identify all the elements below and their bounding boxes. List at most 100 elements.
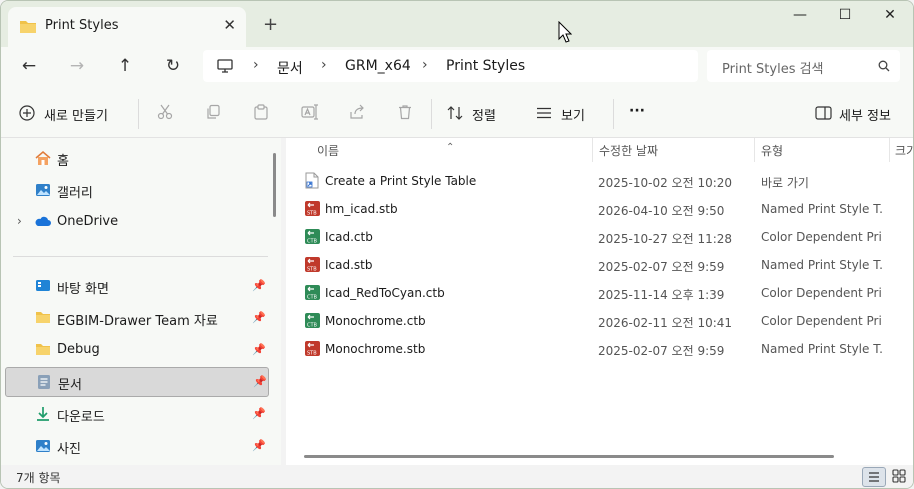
status-bar: 7개 항목 [1, 465, 913, 488]
file-row[interactable]: Create a Print Style Table 2025-10-02 오전… [286, 167, 913, 195]
sort-button[interactable]: 정렬 [472, 105, 496, 124]
back-button[interactable]: ← [17, 56, 41, 76]
sidebar-item-label: 바탕 화면 [57, 282, 109, 297]
pin-icon[interactable]: 📌 [252, 343, 266, 356]
svg-text:STB: STB [307, 211, 317, 217]
file-type: Named Print Style T... [761, 258, 883, 272]
pin-icon[interactable]: 📌 [252, 311, 266, 324]
copy-icon[interactable] [205, 104, 221, 123]
tab-close-icon[interactable]: ✕ [223, 16, 236, 34]
file-row[interactable]: CTB Icad.ctb 2025-10-27 오전 11:28 Color D… [286, 223, 913, 251]
sidebar-item-desktop[interactable]: 바탕 화면 📌 [5, 271, 267, 301]
mouse-cursor-icon [558, 20, 573, 46]
tab-print-styles[interactable]: Print Styles ✕ [8, 7, 246, 47]
sidebar-item-label: 홈 [57, 154, 69, 169]
command-bar: 새로 만들기 정렬 보기 ··· 세부 정보 [1, 89, 913, 138]
svg-text:CTB: CTB [307, 239, 318, 245]
file-date: 2025-10-02 오전 10:20 [598, 176, 733, 190]
pin-icon[interactable]: 📌 [253, 375, 267, 388]
file-row[interactable]: STB Monochrome.stb 2025-02-07 오전 9:59 Na… [286, 335, 913, 363]
sidebar-item-label: 다운로드 [57, 410, 105, 425]
address-box[interactable]: › 문서 › GRM_x64 › Print Styles [203, 50, 698, 82]
sidebar-item-home[interactable]: 홈 [5, 143, 267, 173]
breadcrumb-print-styles[interactable]: Print Styles [446, 58, 525, 74]
file-type: Color Dependent Pri... [761, 230, 883, 244]
sidebar-item-downloads[interactable]: 다운로드 📌 [5, 399, 267, 429]
sidebar-item-onedrive[interactable]: › OneDrive [5, 207, 267, 237]
sidebar-scrollbar[interactable] [273, 153, 276, 217]
delete-icon[interactable] [397, 104, 413, 123]
pin-icon[interactable]: 📌 [252, 439, 266, 452]
folder-icon [35, 342, 51, 358]
column-header-size[interactable]: 크기 [890, 138, 913, 162]
up-button[interactable]: ↑ [113, 56, 137, 76]
divider [613, 99, 614, 129]
pin-icon[interactable]: 📌 [252, 407, 266, 420]
close-window-button[interactable]: ✕ [867, 7, 913, 27]
chevron-right-icon[interactable]: › [17, 214, 22, 228]
file-name: hm_icad.stb [325, 202, 398, 216]
refresh-button[interactable]: ↻ [161, 56, 185, 76]
details-button[interactable]: 세부 정보 [839, 105, 891, 124]
pictures-icon [35, 438, 51, 454]
sidebar-item-debug[interactable]: Debug 📌 [5, 335, 267, 365]
new-button[interactable]: 새로 만들기 [44, 105, 108, 124]
chevron-right-icon: › [321, 57, 327, 73]
gallery-icon [35, 182, 51, 198]
file-name: Icad.ctb [325, 230, 373, 244]
paste-icon[interactable] [253, 104, 269, 123]
sidebar-divider [13, 256, 268, 257]
cut-icon[interactable] [157, 104, 173, 123]
column-header-name[interactable]: ⌃ 이름 [286, 138, 592, 162]
pin-icon[interactable]: 📌 [252, 279, 266, 292]
stb-file-icon: STB [305, 200, 320, 220]
minimize-button[interactable]: — [777, 7, 823, 27]
new-tab-button[interactable]: + [263, 14, 278, 35]
svg-text:CTB: CTB [307, 323, 318, 329]
sidebar-item-egbim-drawer[interactable]: EGBIM-Drawer Team 자료 📌 [5, 303, 267, 333]
view-button[interactable]: 보기 [561, 105, 585, 124]
sidebar-item-documents[interactable]: 문서 📌 [5, 367, 269, 397]
documents-icon [36, 374, 52, 390]
horizontal-scrollbar[interactable] [304, 455, 834, 458]
view-lines-icon [536, 107, 552, 122]
file-list: ⌃ 이름 수정한 날짜 유형 크기 Create a Print Style T… [286, 138, 913, 465]
more-options-button[interactable]: ··· [629, 103, 645, 119]
forward-button[interactable]: → [65, 56, 89, 76]
share-icon[interactable] [349, 104, 365, 123]
column-header-date[interactable]: 수정한 날짜 [593, 138, 754, 162]
tiles-view-button[interactable] [888, 467, 910, 485]
folder-icon [19, 19, 37, 37]
file-name: Monochrome.ctb [325, 314, 426, 328]
rename-icon[interactable] [301, 104, 319, 123]
file-type: Named Print Style T... [761, 202, 883, 216]
sidebar-item-label: EGBIM-Drawer Team 자료 [57, 314, 218, 329]
sidebar-item-label: OneDrive [57, 214, 119, 229]
file-date: 2026-02-11 오전 10:41 [598, 316, 733, 330]
file-row[interactable]: CTB Icad_RedToCyan.ctb 2025-11-14 오후 1:3… [286, 279, 913, 307]
sidebar-item-pictures[interactable]: 사진 📌 [5, 431, 267, 461]
file-date: 2025-02-07 오전 9:59 [598, 260, 725, 274]
breadcrumb-grm-x64[interactable]: GRM_x64 [345, 58, 411, 74]
details-view-button[interactable] [862, 467, 886, 487]
sidebar-item-gallery[interactable]: 갤러리 [5, 175, 267, 205]
stb-file-icon: STB [305, 256, 320, 276]
shortcut-icon [305, 172, 319, 192]
column-header-type[interactable]: 유형 [755, 138, 889, 162]
column-label: 유형 [761, 144, 784, 158]
file-row[interactable]: STB Icad.stb 2025-02-07 오전 9:59 Named Pr… [286, 251, 913, 279]
breadcrumb-documents[interactable]: 문서 [277, 58, 303, 78]
search-input[interactable]: Print Styles 검색 [707, 50, 900, 82]
file-row[interactable]: CTB Monochrome.ctb 2026-02-11 오전 10:41 C… [286, 307, 913, 335]
maximize-button[interactable]: ☐ [822, 7, 868, 27]
tab-title: Print Styles [45, 18, 119, 33]
navigation-pane: 홈 갤러리 › OneDrive 바탕 화면 📌 EGBIM-Drawer Te… [1, 138, 281, 465]
onedrive-icon [35, 214, 51, 230]
sort-icon [447, 105, 463, 124]
chevron-right-icon: › [253, 57, 259, 73]
file-row[interactable]: STB hm_icad.stb 2026-04-10 오전 9:50 Named… [286, 195, 913, 223]
column-label: 크기 [895, 144, 913, 158]
details-pane-icon [815, 106, 832, 123]
file-explorer-window: Print Styles ✕ + — ☐ ✕ ← → ↑ ↻ › 문서 › GR… [0, 0, 914, 489]
folder-icon [35, 310, 51, 326]
